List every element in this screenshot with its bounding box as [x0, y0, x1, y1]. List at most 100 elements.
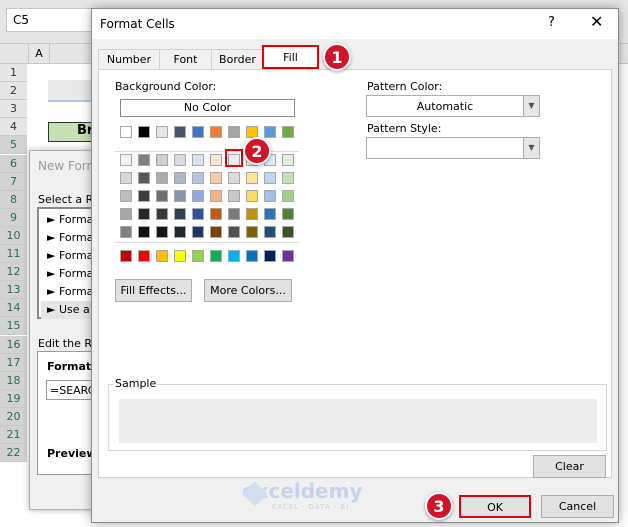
row-header[interactable]: 6: [0, 154, 27, 173]
tint-color-swatch[interactable]: [246, 172, 258, 184]
no-color-button[interactable]: No Color: [120, 99, 295, 117]
row-header[interactable]: 7: [0, 172, 27, 191]
tint-color-swatch[interactable]: [138, 190, 150, 202]
tint-color-swatch[interactable]: [138, 154, 150, 166]
column-header-a[interactable]: A: [28, 44, 50, 64]
tint-color-swatch[interactable]: [120, 154, 132, 166]
theme-color-swatch[interactable]: [174, 126, 186, 138]
standard-color-swatch[interactable]: [138, 250, 150, 262]
tint-color-swatch[interactable]: [282, 172, 294, 184]
standard-color-swatch[interactable]: [120, 250, 132, 262]
tint-color-swatch[interactable]: [138, 208, 150, 220]
row-header[interactable]: 4: [0, 118, 27, 137]
tint-color-swatch[interactable]: [120, 208, 132, 220]
theme-color-swatch[interactable]: [282, 126, 294, 138]
row-header[interactable]: 20: [0, 407, 27, 426]
tint-color-swatch[interactable]: [174, 172, 186, 184]
ok-button[interactable]: OK: [459, 495, 531, 518]
theme-color-swatch[interactable]: [156, 126, 168, 138]
row-header[interactable]: 8: [0, 190, 27, 209]
tint-color-swatch[interactable]: [138, 226, 150, 238]
tint-color-swatch[interactable]: [282, 226, 294, 238]
tint-color-swatch[interactable]: [228, 172, 240, 184]
theme-color-swatch[interactable]: [210, 126, 222, 138]
tint-color-swatch[interactable]: [282, 154, 294, 166]
tint-color-swatch[interactable]: [156, 190, 168, 202]
tab-fill[interactable]: Fill: [262, 45, 319, 69]
row-header[interactable]: 14: [0, 299, 27, 318]
tint-color-swatch[interactable]: [174, 226, 186, 238]
theme-color-swatch[interactable]: [228, 126, 240, 138]
standard-color-swatch[interactable]: [174, 250, 186, 262]
tint-color-swatch[interactable]: [228, 208, 240, 220]
row-header[interactable]: 10: [0, 226, 27, 245]
theme-color-swatch[interactable]: [120, 126, 132, 138]
tint-color-swatch[interactable]: [228, 226, 240, 238]
standard-color-swatch[interactable]: [210, 250, 222, 262]
clear-button[interactable]: Clear: [533, 455, 606, 478]
cancel-button[interactable]: Cancel: [541, 495, 614, 518]
more-colors-button[interactable]: More Colors...: [204, 279, 292, 302]
row-header[interactable]: 17: [0, 353, 27, 372]
standard-color-swatch[interactable]: [192, 250, 204, 262]
tint-color-swatch[interactable]: [174, 190, 186, 202]
tint-color-swatch[interactable]: [120, 172, 132, 184]
close-button[interactable]: ✕: [590, 12, 603, 31]
row-header[interactable]: 16: [0, 335, 27, 354]
theme-color-swatch[interactable]: [192, 126, 204, 138]
row-header[interactable]: 22: [0, 444, 27, 463]
tint-color-swatch[interactable]: [246, 208, 258, 220]
tint-color-swatch[interactable]: [120, 190, 132, 202]
tint-color-swatch[interactable]: [264, 172, 276, 184]
help-button[interactable]: ?: [548, 15, 555, 30]
tint-color-swatch[interactable]: [192, 226, 204, 238]
tint-color-swatch[interactable]: [210, 208, 222, 220]
tint-color-swatch[interactable]: [282, 190, 294, 202]
tint-color-swatch[interactable]: [210, 226, 222, 238]
row-header[interactable]: 5: [0, 136, 27, 155]
standard-color-swatch[interactable]: [156, 250, 168, 262]
row-header[interactable]: 11: [0, 245, 27, 263]
tint-color-swatch[interactable]: [192, 172, 204, 184]
theme-color-swatch[interactable]: [264, 126, 276, 138]
tint-color-swatch[interactable]: [264, 208, 276, 220]
tint-color-swatch[interactable]: [282, 208, 294, 220]
fill-effects-button[interactable]: Fill Effects...: [115, 279, 192, 302]
standard-color-swatch[interactable]: [282, 250, 294, 262]
tab-border[interactable]: Border: [211, 49, 264, 70]
tint-color-swatch[interactable]: [156, 226, 168, 238]
tint-color-swatch[interactable]: [228, 190, 240, 202]
row-header[interactable]: 13: [0, 281, 27, 300]
tint-color-swatch[interactable]: [264, 226, 276, 238]
tint-color-swatch[interactable]: [138, 172, 150, 184]
row-header[interactable]: 12: [0, 263, 27, 282]
tint-color-swatch[interactable]: [210, 172, 222, 184]
tab-font[interactable]: Font: [159, 49, 212, 70]
row-header[interactable]: 21: [0, 426, 27, 444]
tab-number[interactable]: Number: [98, 49, 160, 70]
standard-color-swatch[interactable]: [264, 250, 276, 262]
tint-color-swatch[interactable]: [246, 190, 258, 202]
row-header[interactable]: 15: [0, 317, 27, 336]
pattern-style-dropdown[interactable]: ▼: [366, 137, 540, 159]
theme-color-swatch[interactable]: [138, 126, 150, 138]
tint-color-swatch[interactable]: [156, 208, 168, 220]
row-header[interactable]: 2: [0, 82, 27, 101]
row-header[interactable]: 18: [0, 371, 27, 390]
row-header[interactable]: 3: [0, 100, 27, 119]
tint-color-swatch[interactable]: [192, 154, 204, 166]
pattern-color-dropdown[interactable]: Automatic ▼: [366, 95, 540, 117]
tint-color-swatch[interactable]: [210, 154, 222, 166]
tint-color-swatch[interactable]: [192, 208, 204, 220]
row-header[interactable]: 1: [0, 64, 27, 82]
standard-color-swatch[interactable]: [228, 250, 240, 262]
row-header[interactable]: 19: [0, 389, 27, 408]
tint-color-swatch[interactable]: [264, 190, 276, 202]
tint-color-swatch[interactable]: [156, 172, 168, 184]
row-header[interactable]: 9: [0, 208, 27, 227]
tint-color-swatch[interactable]: [120, 226, 132, 238]
tint-color-swatch[interactable]: [192, 190, 204, 202]
tint-color-swatch[interactable]: [174, 208, 186, 220]
standard-color-swatch[interactable]: [246, 250, 258, 262]
tint-color-swatch[interactable]: [174, 154, 186, 166]
